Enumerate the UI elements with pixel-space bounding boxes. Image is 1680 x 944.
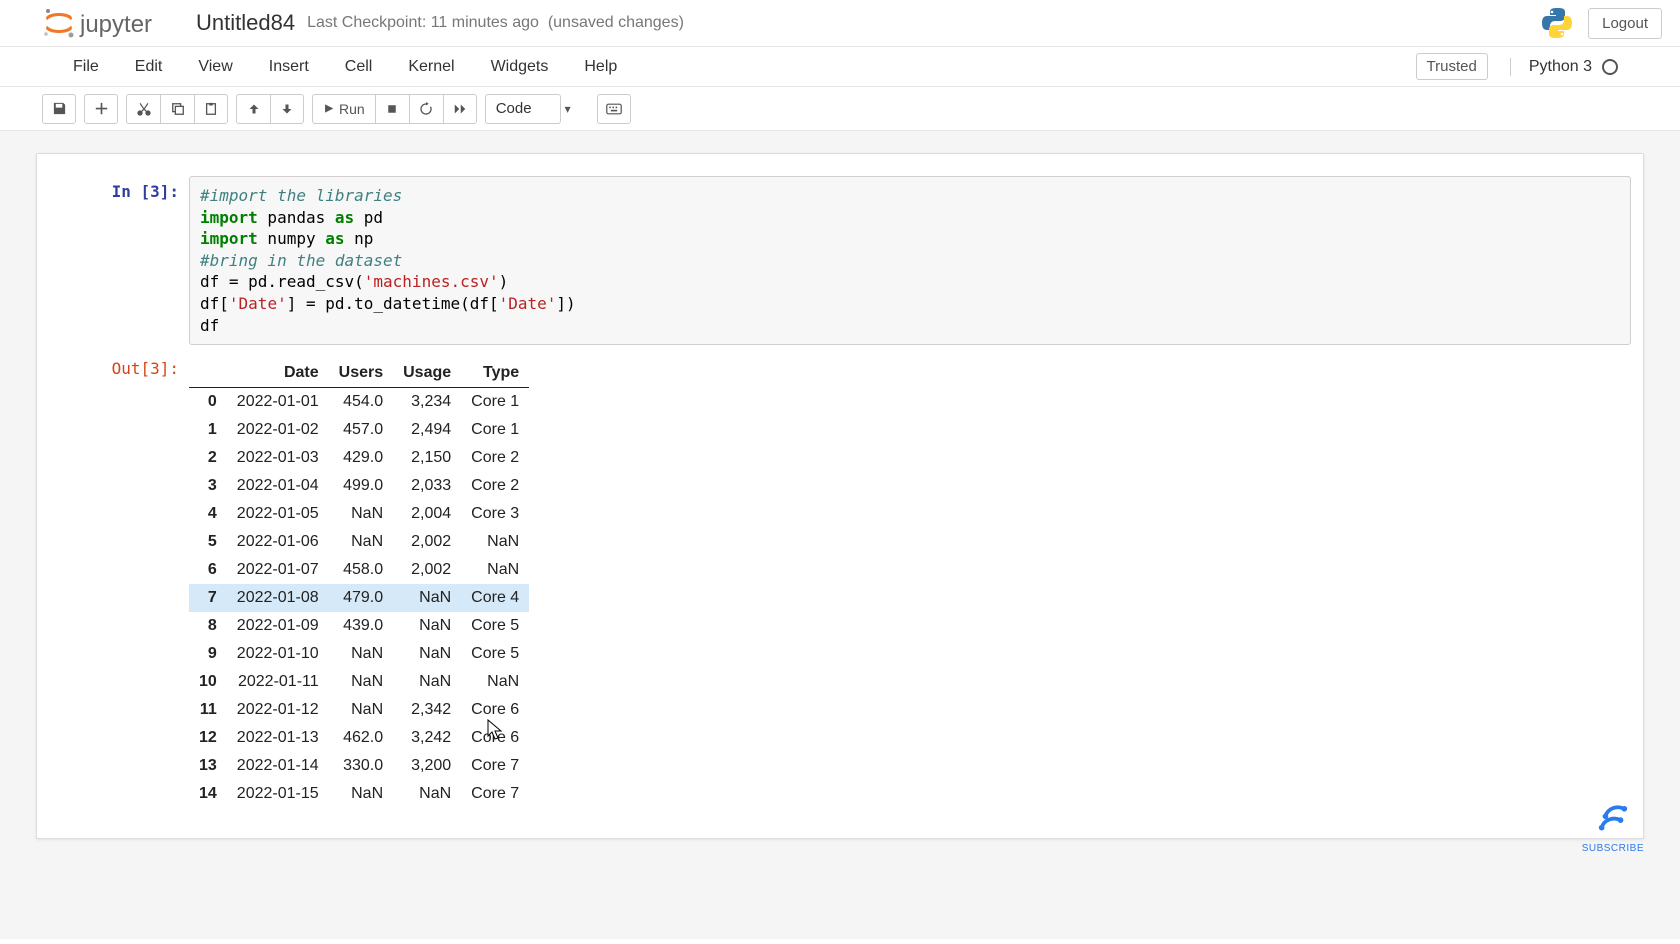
python-logo-icon [1540,6,1588,40]
paste-button[interactable] [194,94,228,124]
output-prompt: Out[3]: [49,353,189,808]
column-header: Type [461,359,529,388]
output-cell: Out[3]: DateUsersUsageType 02022-01-0145… [49,353,1631,808]
command-palette-button[interactable] [597,94,631,124]
notebook-cells: In [3]: #import the libraries import pan… [36,153,1644,839]
table-row: 122022-01-13462.03,242Core 6 [189,724,529,752]
table-row: 102022-01-11NaNNaNNaN [189,668,529,696]
table-row: 72022-01-08479.0NaNCore 4 [189,584,529,612]
move-up-button[interactable] [236,94,270,124]
cut-button[interactable] [126,94,160,124]
code-input[interactable]: #import the libraries import pandas as p… [189,176,1631,345]
restart-button[interactable] [409,94,443,124]
table-row: 32022-01-04499.02,033Core 2 [189,472,529,500]
notebook-header: jupyter Untitled84 Last Checkpoint: 11 m… [0,0,1680,47]
column-header: Date [227,359,329,388]
save-button[interactable] [42,94,76,124]
column-header: Users [329,359,393,388]
table-row: 02022-01-01454.03,234Core 1 [189,388,529,417]
table-row: 132022-01-14330.03,200Core 7 [189,752,529,780]
code-cell[interactable]: In [3]: #import the libraries import pan… [49,176,1631,345]
copy-button[interactable] [160,94,194,124]
column-header: Usage [393,359,461,388]
insert-cell-button[interactable] [84,94,118,124]
table-row: 112022-01-12NaN2,342Core 6 [189,696,529,724]
move-down-button[interactable] [270,94,304,124]
table-row: 92022-01-10NaNNaNCore 5 [189,640,529,668]
menu-edit[interactable]: Edit [117,50,181,84]
menubar: FileEditViewInsertCellKernelWidgetsHelp … [0,47,1680,87]
table-row: 142022-01-15NaNNaNCore 7 [189,780,529,808]
logout-button[interactable]: Logout [1588,8,1662,39]
kernel-status-icon [1602,59,1618,75]
input-prompt: In [3]: [49,176,189,345]
jupyter-logo[interactable]: jupyter [42,6,182,40]
menu-insert[interactable]: Insert [251,50,327,84]
cell-type-select[interactable]: Code [485,94,561,124]
table-row: 12022-01-02457.02,494Core 1 [189,416,529,444]
trusted-indicator[interactable]: Trusted [1416,53,1488,80]
table-row: 52022-01-06NaN2,002NaN [189,528,529,556]
interrupt-button[interactable] [375,94,409,124]
table-row: 42022-01-05NaN2,004Core 3 [189,500,529,528]
dataframe-table: DateUsersUsageType 02022-01-01454.03,234… [189,359,529,808]
menu-view[interactable]: View [180,50,250,84]
toolbar: Run Code [0,87,1680,131]
menu-kernel[interactable]: Kernel [390,50,472,84]
notebook-scroll-area[interactable]: In [3]: #import the libraries import pan… [0,131,1680,939]
run-button[interactable]: Run [312,94,375,124]
menu-widgets[interactable]: Widgets [473,50,567,84]
menu-cell[interactable]: Cell [327,50,391,84]
restart-run-all-button[interactable] [443,94,477,124]
menu-file[interactable]: File [55,50,117,84]
notebook-title[interactable]: Untitled84 [196,10,295,36]
menu-help[interactable]: Help [566,50,635,84]
checkpoint-text: Last Checkpoint: 11 minutes ago (unsaved… [307,14,684,32]
svg-text:jupyter: jupyter [79,11,152,38]
dataframe-output: DateUsersUsageType 02022-01-01454.03,234… [189,353,1631,808]
kernel-name[interactable]: Python 3 [1510,58,1592,76]
table-row: 82022-01-09439.0NaNCore 5 [189,612,529,640]
table-row: 22022-01-03429.02,150Core 2 [189,444,529,472]
table-row: 62022-01-07458.02,002NaN [189,556,529,584]
subscribe-badge[interactable]: SUBSCRIBE [1582,805,1644,854]
